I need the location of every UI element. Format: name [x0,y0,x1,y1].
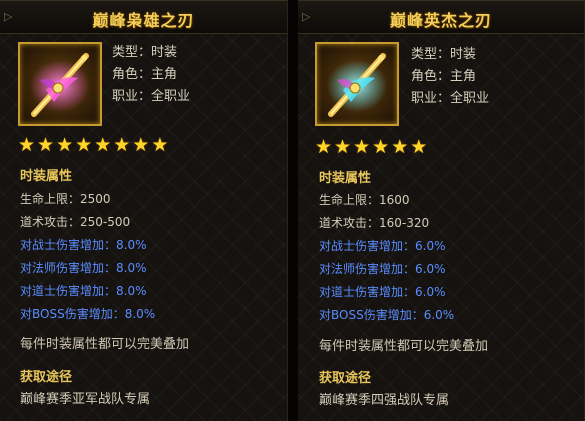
attr-vs-boss: 对BOSS伤害增加：8.0% [20,307,156,321]
star-icon: ★ [391,136,409,158]
attr-attack: 道术攻击：160-320 [319,216,430,230]
star-icon: ★ [94,134,112,156]
source-text: 巅峰赛季四强战队专属 [319,393,450,408]
attr-vs-taoist: 对道士伤害增加：8.0% [20,284,147,298]
item-basic-info: 类型：时装 角色：主角 职业：全职业 [411,44,489,110]
stack-note: 每件时装属性都可以完美叠加 [319,339,489,354]
star-icon: ★ [18,134,36,156]
star-rating: ★ ★ ★ ★ ★ ★ ★ ★ [18,135,168,155]
item-class: 职业：全职业 [411,91,490,106]
item-role: 角色：主角 [112,67,178,82]
star-icon: ★ [372,136,390,158]
attr-vs-warrior: 对战士伤害增加：6.0% [319,239,446,253]
panel-divider [288,0,298,421]
star-icon: ★ [37,134,55,156]
star-icon: ★ [410,136,428,158]
star-rating: ★ ★ ★ ★ ★ ★ [315,137,427,157]
title-bar: ▷ 巅峰枭雄之刃 [0,0,287,34]
stack-note: 每件时装属性都可以完美叠加 [20,337,190,352]
star-icon: ★ [151,134,169,156]
source-text: 巅峰赛季亚军战队专属 [20,392,151,407]
star-icon: ★ [75,134,93,156]
attr-vs-mage: 对法师伤害增加：8.0% [20,261,147,275]
attr-hp: 生命上限：1600 [319,193,410,207]
attr-hp: 生命上限：2500 [20,192,111,206]
item-tooltip-left: ▷ 巅峰枭雄之刃 类型：时装 角色：主角 职业：全职业 ★ ★ ★ ★ ★ ★ … [0,0,288,421]
item-basic-info: 类型：时装 角色：主角 职业：全职业 [112,42,190,108]
item-type: 类型：时装 [411,47,477,62]
item-title: 巅峰英杰之刃 [389,11,492,30]
title-bar: ▷ 巅峰英杰之刃 [298,0,584,34]
star-icon: ★ [132,134,150,156]
star-icon: ★ [113,134,131,156]
cyan-sword-icon [327,53,387,117]
item-tooltip-right: ▷ 巅峰英杰之刃 类型：时装 角色：主角 职业：全职业 ★ ★ ★ ★ ★ ★ … [298,0,585,421]
item-type: 类型：时装 [112,45,178,60]
attr-section-title: 时装属性 [20,169,73,184]
star-icon: ★ [315,136,333,158]
magenta-sword-icon [30,53,90,117]
source-title: 获取途径 [319,371,372,386]
source-title: 获取途径 [20,370,73,385]
attr-vs-warrior: 对战士伤害增加：8.0% [20,238,147,252]
item-class: 职业：全职业 [112,89,191,104]
item-icon-frame[interactable] [18,42,102,126]
attr-vs-mage: 对法师伤害增加：6.0% [319,262,446,276]
star-icon: ★ [353,136,371,158]
star-icon: ★ [56,134,74,156]
item-title: 巅峰枭雄之刃 [92,11,195,30]
item-role: 角色：主角 [411,69,477,84]
star-icon: ★ [334,136,352,158]
item-icon-frame[interactable] [315,42,399,126]
attr-vs-taoist: 对道士伤害增加：6.0% [319,285,446,299]
attr-vs-boss: 对BOSS伤害增加：6.0% [319,308,455,322]
attr-section-title: 时装属性 [319,171,372,186]
attr-attack: 道术攻击：250-500 [20,215,131,229]
